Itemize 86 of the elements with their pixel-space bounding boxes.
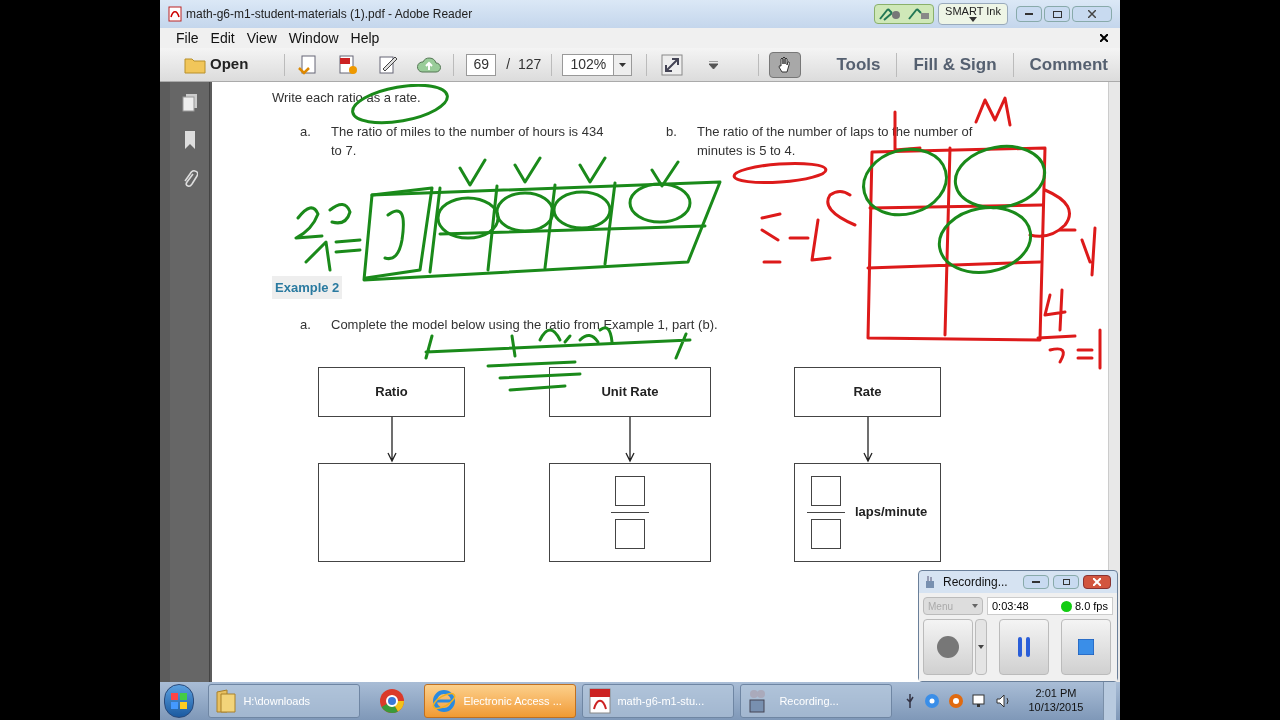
pen-eraser-icon[interactable]	[906, 7, 931, 21]
menu-item[interactable]: File	[176, 27, 199, 49]
start-button[interactable]	[164, 684, 195, 718]
sign-document-icon[interactable]	[377, 53, 400, 76]
open-button[interactable]: Open	[184, 53, 249, 76]
denominator-box[interactable]	[615, 518, 645, 549]
close-button[interactable]	[1072, 6, 1112, 22]
pdf-create-icon[interactable]	[337, 53, 360, 76]
page-total-label: / 127	[506, 55, 542, 74]
pause-button[interactable]	[999, 619, 1049, 675]
unit-label: laps/minute	[855, 503, 928, 522]
caret-icon[interactable]	[969, 17, 977, 22]
close-button[interactable]	[1083, 575, 1111, 589]
record-icon	[937, 636, 959, 658]
model-answer-box[interactable]	[549, 462, 711, 562]
window-title: math-g6-m1-student-materials (1).pdf - Adobe Reader	[186, 6, 473, 23]
close-icon	[1088, 10, 1096, 18]
model-answer-box[interactable]: laps/minute	[794, 462, 941, 562]
restore-icon	[1062, 579, 1070, 585]
numerator-box[interactable]	[615, 475, 645, 506]
pages-icon[interactable]	[179, 92, 200, 112]
close-icon[interactable]	[1100, 34, 1108, 42]
caret-icon	[978, 645, 984, 649]
item-text: The ratio of miles to the number of hours is 434 to 7.	[331, 122, 604, 160]
example-heading: Example 2	[272, 275, 343, 299]
minimize-button[interactable]	[1023, 575, 1049, 589]
zoom-dropdown[interactable]: 102%	[562, 53, 633, 76]
menu-item[interactable]: View	[246, 27, 277, 49]
windows-logo-icon	[171, 693, 188, 709]
model-header-box: Ratio	[318, 366, 465, 417]
item-marker: a.	[300, 316, 312, 334]
down-arrow	[862, 416, 873, 463]
maximize-button[interactable]	[1053, 575, 1079, 589]
down-arrow	[625, 416, 635, 463]
menu-item[interactable]: Edit	[210, 27, 235, 49]
close-icon	[1093, 578, 1101, 586]
denominator-box[interactable]	[811, 518, 841, 549]
panel-tab[interactable]: Fill & Sign	[913, 51, 997, 78]
pen-hand-icon[interactable]	[877, 7, 902, 21]
circle-app-icon[interactable]	[948, 693, 965, 709]
item-marker: a.	[300, 122, 312, 141]
minimize-icon	[1025, 12, 1033, 16]
caret-icon[interactable]	[709, 60, 719, 69]
ink-scribble	[294, 203, 362, 272]
frame-rate-label: 8.0 fps	[1074, 598, 1108, 614]
down-arrow	[386, 416, 397, 463]
item-marker: b.	[666, 122, 678, 141]
model-answer-box[interactable]	[318, 462, 465, 562]
usb-icon[interactable]	[904, 693, 917, 709]
minimize-button[interactable]	[1016, 6, 1042, 22]
panel-tab[interactable]: Comment	[1029, 51, 1108, 78]
maximize-button[interactable]	[1044, 6, 1070, 22]
caret-icon	[972, 604, 978, 608]
record-button[interactable]	[923, 619, 973, 675]
browser-icon	[431, 688, 458, 714]
ink-tools-toolbar[interactable]	[874, 4, 934, 24]
folder-icon	[184, 55, 206, 74]
status-dot-icon	[1060, 600, 1072, 612]
disc-icon[interactable]	[924, 693, 941, 709]
paperclip-icon[interactable]	[181, 168, 198, 188]
menu-item[interactable]: Window	[288, 27, 339, 49]
elapsed-time: 0:03:48	[992, 598, 1029, 614]
menu-item[interactable]: Help	[350, 27, 380, 49]
restore-icon	[1052, 10, 1062, 18]
caret-icon	[619, 62, 627, 67]
pdf-file-icon	[168, 6, 182, 22]
numerator-box[interactable]	[811, 475, 841, 506]
pdf-file-icon	[589, 688, 612, 714]
fullscreen-icon[interactable]	[661, 53, 684, 76]
ink-scribble	[760, 212, 832, 264]
minimize-icon	[1032, 580, 1040, 584]
stop-icon	[1078, 639, 1094, 655]
recorder-title: Recording...	[943, 574, 1008, 591]
pause-icon	[1017, 637, 1031, 657]
panel-tab[interactable]: Tools	[836, 51, 881, 78]
page-number-field[interactable]: 69	[466, 53, 497, 76]
clock-date[interactable]: 10/13/2015	[1028, 701, 1084, 715]
clock-time[interactable]: 2:01 PM	[1035, 687, 1077, 701]
hand-tool-button[interactable]	[769, 51, 802, 78]
task-text: Complete the model below using the ratio from Example 1, part (b).	[331, 316, 718, 334]
folder-icon	[215, 688, 238, 714]
model-header-box: Rate	[794, 366, 941, 417]
stop-button[interactable]	[1061, 619, 1111, 675]
ink-scribble	[1058, 226, 1097, 277]
browser-icon	[379, 688, 406, 714]
model-header-box: Unit Rate	[549, 366, 711, 417]
